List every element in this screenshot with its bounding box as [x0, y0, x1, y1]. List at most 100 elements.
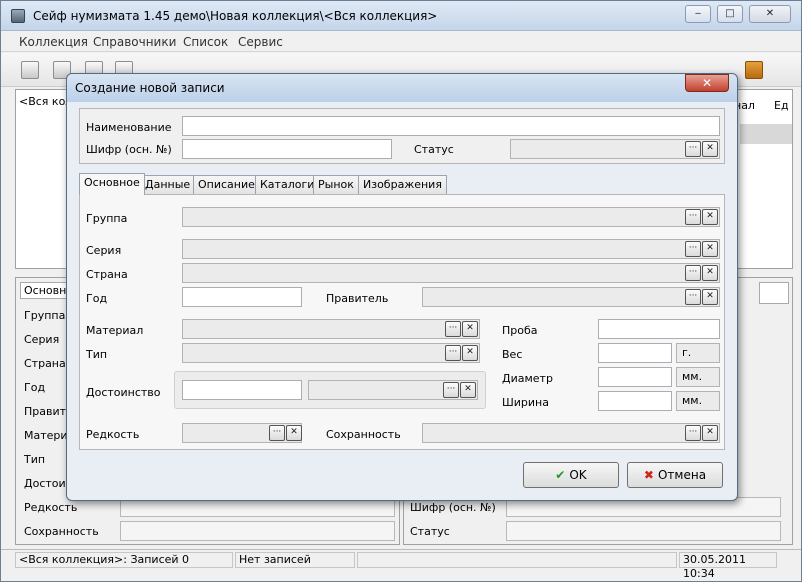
- denomination-frame: ··· ✕: [174, 371, 486, 409]
- menu-references[interactable]: Справочники: [93, 35, 176, 49]
- rarity-select[interactable]: ··· ✕: [182, 423, 302, 443]
- material-picker-icon[interactable]: ···: [445, 321, 461, 337]
- type-clear-icon[interactable]: ✕: [462, 345, 478, 361]
- column-header-ed[interactable]: Ед: [774, 99, 789, 112]
- window-title: Сейф нумизмата 1.45 демо\Новая коллекция…: [33, 9, 438, 23]
- material-select[interactable]: ··· ✕: [182, 319, 480, 339]
- group-select[interactable]: ··· ✕: [182, 207, 720, 227]
- type-label: Тип: [86, 348, 108, 361]
- material-label: Материал: [86, 324, 144, 337]
- status-records: Нет записей: [235, 552, 355, 568]
- menu-service[interactable]: Сервис: [238, 35, 283, 49]
- dialog-title-bar: Создание новой записи ✕: [67, 74, 737, 102]
- denomination-unit-select[interactable]: ··· ✕: [308, 380, 478, 400]
- diameter-unit: мм.: [676, 367, 720, 387]
- details-label-country: Страна: [24, 357, 66, 370]
- ruler-label: Правитель: [326, 292, 389, 305]
- fineness-label: Проба: [502, 324, 538, 337]
- country-clear-icon[interactable]: ✕: [702, 265, 718, 281]
- close-button[interactable]: ✕: [749, 5, 791, 23]
- status-select[interactable]: ··· ✕: [510, 139, 720, 159]
- status-clear-icon[interactable]: ✕: [702, 141, 718, 157]
- minimize-button[interactable]: ‒: [685, 5, 711, 23]
- name-input[interactable]: [182, 116, 720, 136]
- denomination-picker-icon[interactable]: ···: [443, 382, 459, 398]
- status-label: Статус: [414, 143, 454, 156]
- tab-catalogs[interactable]: Каталоги: [255, 175, 320, 194]
- details-scroll-arrows[interactable]: [759, 282, 789, 304]
- dialog-title: Создание новой записи: [75, 81, 225, 95]
- year-label: Год: [86, 292, 108, 305]
- app-icon: [11, 9, 25, 23]
- denomination-value-input[interactable]: [182, 380, 302, 400]
- country-label: Страна: [86, 268, 128, 281]
- tab-page-main: Группа ··· ✕ Серия ··· ✕ Страна ··· ✕ Го…: [79, 194, 725, 450]
- group-clear-icon[interactable]: ✕: [702, 209, 718, 225]
- year-input[interactable]: [182, 287, 302, 307]
- weight-input[interactable]: [598, 343, 672, 363]
- group-label: Группа: [86, 212, 128, 225]
- maximize-button[interactable]: □: [717, 5, 743, 23]
- denomination-clear-icon[interactable]: ✕: [460, 382, 476, 398]
- cancel-button[interactable]: ✖ Отмена: [627, 462, 723, 488]
- add-folder-icon[interactable]: [21, 61, 39, 79]
- menu-list[interactable]: Список: [183, 35, 228, 49]
- width-input[interactable]: [598, 391, 672, 411]
- book-icon[interactable]: [745, 61, 763, 79]
- tab-market[interactable]: Рынок: [313, 175, 359, 194]
- checkmark-icon: ✔: [555, 468, 566, 482]
- details-label-year: Год: [24, 381, 46, 394]
- type-select[interactable]: ··· ✕: [182, 343, 480, 363]
- details-field-preservation: [120, 521, 395, 541]
- preservation-select[interactable]: ··· ✕: [422, 423, 720, 443]
- diameter-input[interactable]: [598, 367, 672, 387]
- details-label-status: Статус: [410, 525, 450, 538]
- fineness-input[interactable]: [598, 319, 720, 339]
- series-label: Серия: [86, 244, 122, 257]
- rarity-clear-icon[interactable]: ✕: [286, 425, 302, 441]
- ok-button[interactable]: ✔ OK: [523, 462, 619, 488]
- status-bar: <Вся коллекция>: Записей 0 Нет записей 3…: [1, 549, 801, 580]
- type-picker-icon[interactable]: ···: [445, 345, 461, 361]
- ruler-clear-icon[interactable]: ✕: [702, 289, 718, 305]
- name-label: Наименование: [86, 121, 172, 134]
- series-select[interactable]: ··· ✕: [182, 239, 720, 259]
- weight-unit: г.: [676, 343, 720, 363]
- denomination-label: Достоинство: [86, 386, 161, 399]
- country-picker-icon[interactable]: ···: [685, 265, 701, 281]
- preservation-picker-icon[interactable]: ···: [685, 425, 701, 441]
- dialog-close-button[interactable]: ✕: [685, 74, 729, 92]
- rarity-picker-icon[interactable]: ···: [269, 425, 285, 441]
- details-label-rarity: Редкость: [24, 501, 78, 514]
- details-label-type: Тип: [24, 453, 46, 466]
- code-input[interactable]: [182, 139, 392, 159]
- tab-main[interactable]: Основное: [79, 173, 145, 195]
- tree-root-item[interactable]: <Вся кол: [19, 95, 72, 108]
- menu-collection[interactable]: Коллекция: [19, 35, 88, 49]
- width-label: Ширина: [502, 396, 549, 409]
- group-picker-icon[interactable]: ···: [685, 209, 701, 225]
- details-label-preservation: Сохранность: [24, 525, 99, 538]
- ruler-select[interactable]: ··· ✕: [422, 287, 720, 307]
- menu-bar: Коллекция Справочники Список Сервис: [1, 32, 801, 52]
- preservation-clear-icon[interactable]: ✕: [702, 425, 718, 441]
- status-empty: [357, 552, 677, 568]
- material-clear-icon[interactable]: ✕: [462, 321, 478, 337]
- selected-row[interactable]: [740, 124, 792, 144]
- country-select[interactable]: ··· ✕: [182, 263, 720, 283]
- cancel-button-label: Отмена: [657, 468, 707, 482]
- ok-button-label: OK: [569, 468, 587, 482]
- tab-data[interactable]: Данные: [140, 175, 196, 194]
- series-clear-icon[interactable]: ✕: [702, 241, 718, 257]
- title-bar: Сейф нумизмата 1.45 демо\Новая коллекция…: [1, 1, 801, 31]
- details-field-status: [506, 521, 781, 541]
- status-picker-icon[interactable]: ···: [685, 141, 701, 157]
- status-datetime: 30.05.2011 10:34: [679, 552, 777, 580]
- tab-images[interactable]: Изображения: [358, 175, 447, 194]
- preservation-label: Сохранность: [326, 428, 401, 441]
- details-label-group: Группа: [24, 309, 66, 322]
- ruler-picker-icon[interactable]: ···: [685, 289, 701, 305]
- tab-description[interactable]: Описание: [193, 175, 260, 194]
- series-picker-icon[interactable]: ···: [685, 241, 701, 257]
- rarity-label: Редкость: [86, 428, 140, 441]
